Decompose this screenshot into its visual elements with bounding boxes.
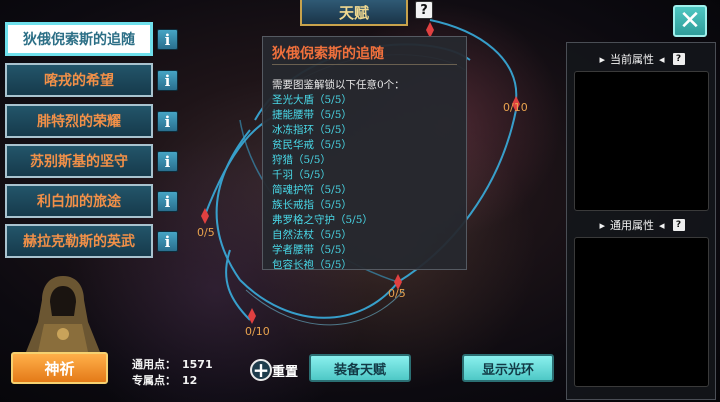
general-points-label: 通用点： [132,358,176,371]
set-tooltip: 狄俄倪索斯的追随 需要图鉴解锁以下任意0个： 圣光大盾（5/5） 捷能腰带（5/… [262,36,467,271]
question-icon[interactable]: ? [672,219,685,231]
node-progress-label: 0/5 [388,287,406,300]
general-attributes-box [574,237,709,387]
tooltip-item: 简魂护符（5/5） [272,184,352,196]
current-attributes-label: 当前属性 [610,53,654,66]
talent-title-tab[interactable]: 天赋 [300,0,408,26]
set-row: 苏别斯基的坚守 i [5,144,180,178]
node-progress-label: 0/10 [245,325,270,338]
info-icon[interactable]: i [157,70,178,91]
info-icon[interactable]: i [157,191,178,212]
tooltip-requirement: 需要图鉴解锁以下任意0个： [272,79,405,91]
general-points: 通用点： 1571 [132,356,213,372]
set-row: 利白加的旅途 i [5,184,180,218]
close-icon[interactable]: ✕ [673,5,707,37]
info-icon[interactable]: i [157,151,178,172]
tooltip-item: 狩猎（5/5） [272,154,331,166]
node-progress-label: 0/10 [503,101,528,114]
set-button-sobieski[interactable]: 苏别斯基的坚守 [5,144,153,178]
tooltip-item: 冰冻指环（5/5） [272,124,352,136]
equip-talent-button[interactable]: 装备天赋 [309,354,411,382]
info-icon[interactable]: i [157,111,178,132]
pray-button[interactable]: 神祈 [11,352,108,384]
info-icon[interactable]: i [157,231,178,252]
set-button-chiron[interactable]: 喀戎的希望 [5,63,153,97]
set-row: 赫拉克勒斯的英武 i [5,224,180,258]
node-progress-label: 0/5 [197,226,215,239]
tooltip-item: 捷能腰带（5/5） [272,109,352,121]
current-attributes-box [574,71,709,211]
set-button-heracles[interactable]: 赫拉克勒斯的英武 [5,224,153,258]
tooltip-item: 包容长袍（5/5） [272,259,352,271]
special-points-label: 专属点： [132,374,176,387]
general-attributes-label: 通用属性 [610,219,654,232]
current-attributes-header: ▸ 当前属性 ◂ ? [567,49,717,69]
set-button-dionysus[interactable]: 狄俄倪索斯的追随 [5,22,153,56]
set-button-frederick[interactable]: 腓特烈的荣耀 [5,104,153,138]
tooltip-item: 千羽（5/5） [272,169,331,181]
set-button-rebekah[interactable]: 利白加的旅途 [5,184,153,218]
tooltip-item: 自然法杖（5/5） [272,229,352,241]
special-points-value: 12 [182,374,198,387]
plus-icon: + [250,359,272,381]
tooltip-item: 弗罗格之守护（5/5） [272,214,373,226]
tooltip-item: 圣光大盾（5/5） [272,94,352,106]
tooltip-item: 学者腰带（5/5） [272,244,352,256]
tooltip-item: 族长戒指（5/5） [272,199,352,211]
tooltip-item: 贫民华戒（5/5） [272,139,352,151]
reset-label: 重置 [272,364,299,380]
special-points: 专属点： 12 [132,372,197,388]
question-icon[interactable]: ? [415,1,433,19]
tooltip-title: 狄俄倪索斯的追随 [272,43,457,65]
general-attributes-header: ▸ 通用属性 ◂ ? [567,215,717,235]
set-row: 腓特烈的荣耀 i [5,104,180,138]
general-points-value: 1571 [182,358,213,371]
hero-portrait [26,276,100,352]
set-row: 喀戎的希望 i [5,63,180,97]
reset-button[interactable]: + 重置 [250,359,298,381]
show-halo-button[interactable]: 显示光环 [462,354,554,382]
info-icon[interactable]: i [157,29,178,50]
set-row: 狄俄倪索斯的追随 i [5,22,180,56]
attribute-panel: ▸ 当前属性 ◂ ? ▸ 通用属性 ◂ ? [566,42,716,400]
question-icon[interactable]: ? [672,53,685,65]
constellation-node [248,308,256,324]
